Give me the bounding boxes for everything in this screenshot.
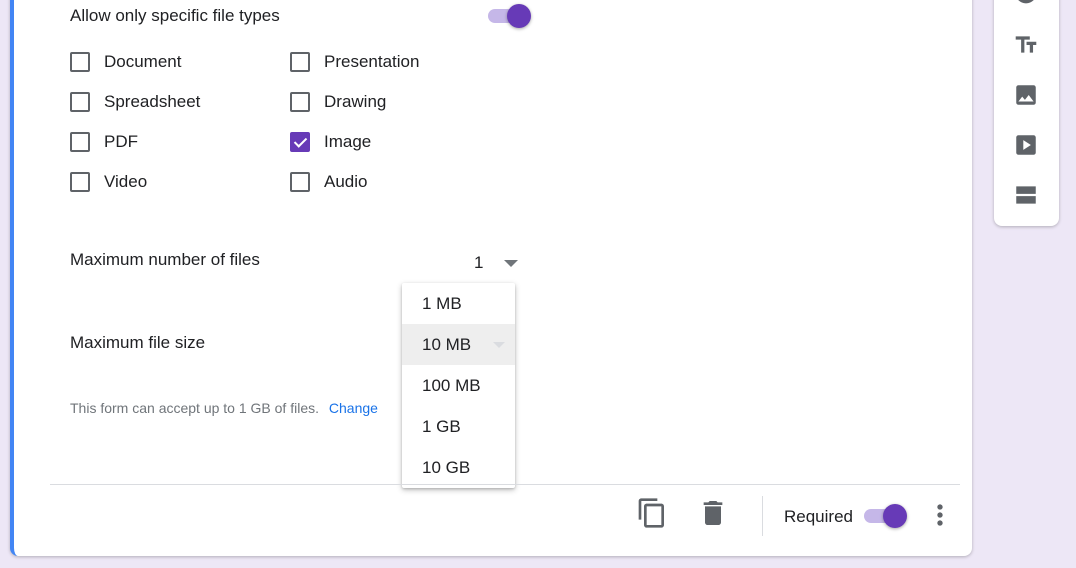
chevron-down-icon — [504, 260, 518, 267]
toggle-thumb — [507, 4, 531, 28]
file-type-video[interactable]: Video — [70, 169, 147, 195]
max-size-label: Maximum file size — [70, 333, 206, 352]
file-type-label: Presentation — [324, 52, 420, 71]
delete-button[interactable] — [697, 497, 729, 529]
max-files-value: 1 — [474, 253, 484, 272]
capacity-hint-text: This form can accept up to 1 GB of files… — [70, 400, 319, 416]
file-type-label: Audio — [324, 172, 368, 191]
trash-icon — [703, 501, 723, 525]
add-title-button[interactable] — [1013, 32, 1039, 58]
capacity-hint: This form can accept up to 1 GB of files… — [70, 400, 378, 416]
toggle-thumb — [883, 504, 907, 528]
more-vert-icon — [937, 504, 943, 526]
checkbox[interactable] — [290, 172, 310, 192]
checkbox[interactable] — [290, 52, 310, 72]
file-type-presentation[interactable]: Presentation — [290, 49, 419, 75]
size-option[interactable]: 1 GB — [402, 406, 515, 447]
checkbox-checked[interactable] — [290, 132, 310, 152]
size-option-selected[interactable]: 10 MB — [402, 324, 515, 365]
footer-vertical-divider — [762, 496, 763, 536]
file-type-pdf[interactable]: PDF — [70, 129, 138, 155]
size-option-label: 10 MB — [422, 335, 472, 354]
section-icon — [1016, 186, 1036, 204]
file-type-label: Drawing — [324, 92, 387, 111]
side-toolbar — [994, 0, 1059, 226]
chevron-down-icon — [493, 342, 505, 348]
more-options-button[interactable] — [924, 499, 956, 531]
required-toggle[interactable] — [862, 503, 910, 529]
duplicate-button[interactable] — [636, 497, 668, 529]
video-icon — [1016, 135, 1036, 155]
file-type-image[interactable]: Image — [290, 129, 371, 155]
footer-divider — [50, 484, 960, 485]
file-type-label: Video — [104, 172, 148, 191]
title-text-icon — [1015, 36, 1037, 53]
add-section-button[interactable] — [1013, 182, 1039, 208]
checkbox[interactable] — [70, 172, 90, 192]
copy-icon — [638, 498, 664, 528]
allow-file-types-toggle[interactable] — [486, 3, 534, 29]
checkbox[interactable] — [290, 92, 310, 112]
size-option[interactable]: 100 MB — [402, 365, 515, 406]
change-link[interactable]: Change — [329, 400, 378, 416]
file-type-label: Spreadsheet — [104, 92, 201, 111]
size-option[interactable]: 10 GB — [402, 447, 515, 488]
size-option[interactable]: 1 MB — [402, 283, 515, 324]
file-type-audio[interactable]: Audio — [290, 169, 367, 195]
add-video-button[interactable] — [1013, 132, 1039, 158]
file-type-document[interactable]: Document — [70, 49, 181, 75]
checkbox[interactable] — [70, 92, 90, 112]
required-label: Required — [784, 507, 853, 526]
add-question-icon — [1018, 0, 1034, 4]
file-type-label: Image — [324, 132, 372, 151]
checkbox[interactable] — [70, 52, 90, 72]
add-image-button[interactable] — [1013, 82, 1039, 108]
file-type-spreadsheet[interactable]: Spreadsheet — [70, 89, 200, 115]
max-files-label: Maximum number of files — [70, 250, 260, 269]
max-files-select[interactable]: 1 — [466, 248, 526, 276]
file-type-drawing[interactable]: Drawing — [290, 89, 386, 115]
allow-file-types-label: Allow only specific file types — [70, 6, 280, 25]
file-type-label: PDF — [104, 132, 138, 151]
file-type-label: Document — [104, 52, 182, 71]
max-size-dropdown-menu: 1 MB 10 MB 100 MB 1 GB 10 GB — [402, 283, 515, 488]
image-icon — [1016, 85, 1036, 105]
add-question-button[interactable] — [1013, 0, 1039, 12]
checkbox[interactable] — [70, 132, 90, 152]
